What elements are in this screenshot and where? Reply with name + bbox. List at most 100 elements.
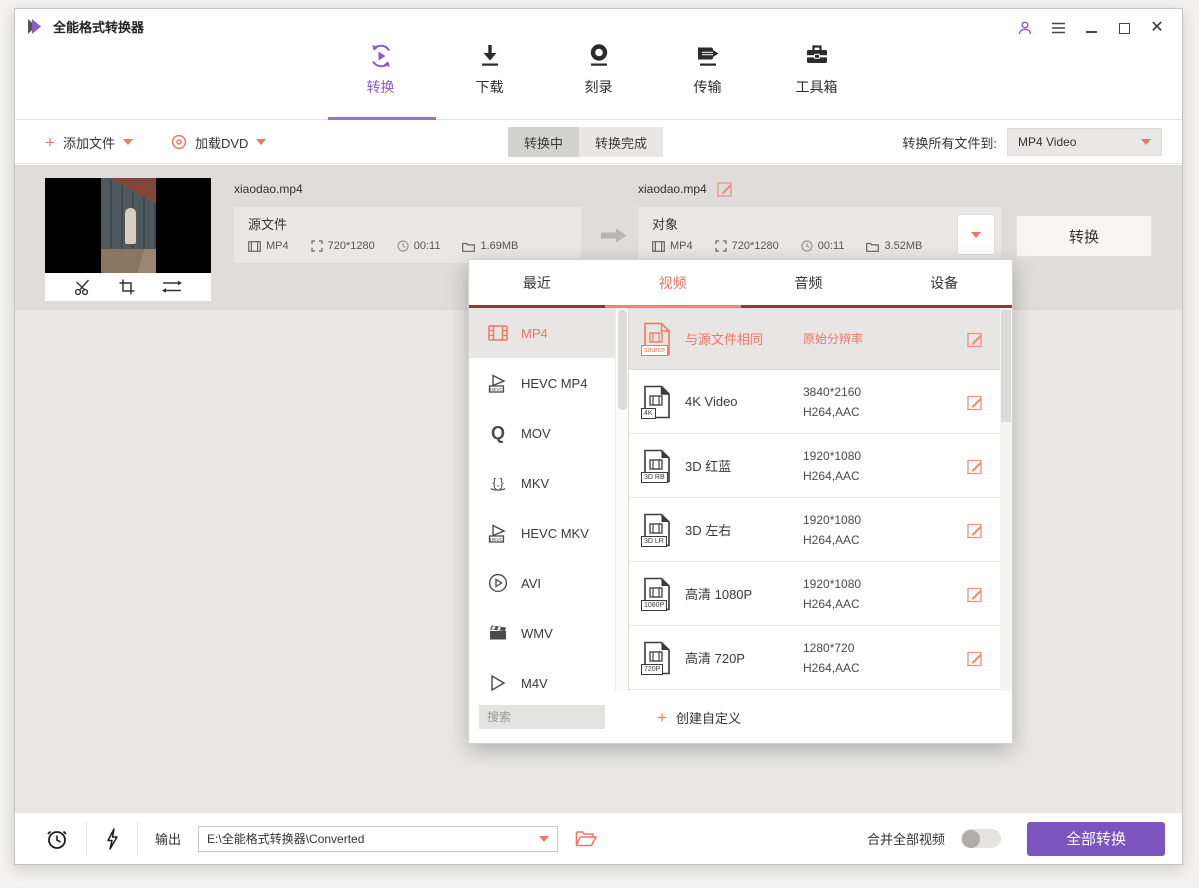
- svg-text:{.}: {.}: [492, 476, 503, 490]
- tab-audio[interactable]: 音频: [741, 260, 877, 308]
- tab-finished[interactable]: 转换完成: [579, 127, 663, 157]
- hevc-play-icon: HEVC: [487, 522, 509, 544]
- chevron-down-icon: [256, 139, 266, 145]
- preset-badge: 1080P: [641, 600, 667, 611]
- open-folder-icon[interactable]: [575, 830, 597, 848]
- mp4-filmstrip-icon: [487, 322, 509, 344]
- chevron-down-icon: [1141, 139, 1151, 145]
- preset-list-scrollbar[interactable]: [1000, 308, 1012, 691]
- preset-dropdown-button[interactable]: [957, 214, 995, 255]
- format-item-mkv[interactable]: {.} MKV: [469, 458, 615, 508]
- nav-tab-toolbox[interactable]: 工具箱: [782, 42, 852, 97]
- preset-specs: 1920*1080 H264,AAC: [803, 574, 943, 614]
- nav-tab-download[interactable]: 下载: [455, 42, 525, 97]
- preset-edit-icon[interactable]: [967, 330, 984, 347]
- duration-meta: 00:11: [397, 240, 441, 252]
- maximize-button[interactable]: [1115, 19, 1133, 37]
- preset-edit-icon[interactable]: [967, 457, 984, 474]
- convert-file-button[interactable]: 转换: [1016, 215, 1152, 257]
- output-path-select[interactable]: E:\全能格式转换器\Converted: [198, 826, 558, 852]
- preset-badge: 3D LR: [641, 536, 667, 547]
- scrollbar-thumb[interactable]: [1001, 310, 1011, 422]
- tab-video[interactable]: 视频: [605, 260, 741, 308]
- preset-row-3d-lr[interactable]: 3D LR 3D 左右 1920*1080 H264,AAC: [629, 498, 1000, 562]
- preset-edit-icon[interactable]: [967, 585, 984, 602]
- preset-edit-icon[interactable]: [967, 649, 984, 666]
- add-file-button[interactable]: + 添加文件: [45, 133, 133, 152]
- preset-badge: 4K: [641, 408, 656, 419]
- nav-tab-transfer[interactable]: 传输: [673, 42, 743, 97]
- minimize-button[interactable]: [1082, 19, 1100, 37]
- preset-file-icon: 3D LR: [643, 513, 671, 547]
- format-item-mp4[interactable]: MP4: [469, 308, 615, 358]
- source-file-name: xiaodao.mp4: [234, 182, 303, 196]
- format-label: MOV: [521, 426, 551, 441]
- global-format-value: MP4 Video: [1018, 135, 1076, 149]
- preset-row-4k[interactable]: 4K 4K Video 3840*2160 H264,AAC: [629, 370, 1000, 434]
- trim-scissors-icon[interactable]: [73, 277, 93, 297]
- format-label: HEVC MP4: [521, 376, 587, 391]
- format-item-hevc-mkv[interactable]: HEVC HEVC MKV: [469, 508, 615, 558]
- hevc-play-icon: HEVC: [487, 372, 509, 394]
- svg-text:HEVC: HEVC: [490, 537, 503, 542]
- high-speed-bolt-icon[interactable]: [104, 827, 120, 851]
- convert-all-button[interactable]: 全部转换: [1027, 822, 1165, 856]
- svg-text:HEVC: HEVC: [490, 387, 503, 392]
- effects-sliders-icon[interactable]: [161, 277, 183, 297]
- format-item-hevc-mp4[interactable]: HEVC HEVC MP4: [469, 358, 615, 408]
- main-nav: 转换 下载 刻录 传输: [15, 42, 1182, 97]
- load-dvd-button[interactable]: 加载DVD: [171, 133, 266, 152]
- mkv-braces-icon: {.}: [487, 472, 509, 494]
- preset-row-source[interactable]: source 与源文件相同 原始分辨率: [629, 308, 1000, 370]
- window-controls: ✕: [1016, 19, 1166, 37]
- nav-label: 传输: [694, 77, 722, 97]
- preset-edit-icon[interactable]: [967, 393, 984, 410]
- chevron-down-icon: [539, 836, 549, 842]
- format-item-wmv[interactable]: WMV: [469, 608, 615, 658]
- add-file-label: 添加文件: [63, 133, 115, 152]
- format-list-scrollbar[interactable]: [615, 308, 628, 691]
- preset-edit-icon[interactable]: [967, 521, 984, 538]
- format-meta: MP4: [652, 240, 693, 252]
- nav-tab-burn[interactable]: 刻录: [564, 42, 634, 97]
- arrow-right-icon: [601, 227, 627, 249]
- format-label: WMV: [521, 626, 553, 641]
- tab-converting[interactable]: 转换中: [508, 127, 579, 157]
- preset-row-1080p[interactable]: 1080P 高清 1080P 1920*1080 H264,AAC: [629, 562, 1000, 626]
- global-format-select[interactable]: MP4 Video: [1007, 128, 1162, 156]
- preset-row-720p[interactable]: 720P 高清 720P 1280*720 H264,AAC: [629, 626, 1000, 690]
- nav-label: 刻录: [585, 77, 613, 97]
- toolbar-left: + 添加文件 加载DVD: [45, 121, 266, 163]
- resolution-meta: 720*1280: [311, 240, 375, 252]
- search-input[interactable]: [479, 705, 605, 729]
- thumbnail-preview[interactable]: [45, 178, 211, 273]
- preset-name: 3D 左右: [685, 520, 803, 539]
- clapperboard-icon: [487, 622, 509, 644]
- download-icon: [476, 42, 504, 70]
- rename-edit-icon[interactable]: [717, 180, 734, 197]
- create-custom-button[interactable]: + 创建自定义: [657, 708, 741, 727]
- toolbar: + 添加文件 加载DVD 转换中 转换完成 转换所有文件到: MP4 Video: [15, 121, 1182, 164]
- plus-icon: +: [657, 709, 667, 726]
- merge-videos-toggle[interactable]: [961, 829, 1001, 848]
- format-item-avi[interactable]: AVI: [469, 558, 615, 608]
- crop-icon[interactable]: [117, 277, 137, 297]
- tab-device[interactable]: 设备: [876, 260, 1012, 308]
- tab-recent[interactable]: 最近: [469, 260, 605, 308]
- menu-icon[interactable]: [1049, 19, 1067, 37]
- active-nav-indicator: [328, 117, 436, 120]
- close-button[interactable]: ✕: [1148, 19, 1166, 37]
- schedule-alarm-icon[interactable]: [45, 827, 69, 851]
- preset-row-3d-rb[interactable]: 3D RB 3D 红蓝 1920*1080 H264,AAC: [629, 434, 1000, 498]
- preset-specs: 1920*1080 H264,AAC: [803, 510, 943, 550]
- transfer-icon: [694, 42, 722, 70]
- nav-tab-convert[interactable]: 转换: [346, 42, 416, 97]
- preset-name: 与源文件相同: [685, 329, 803, 348]
- format-item-mov[interactable]: Q MOV: [469, 408, 615, 458]
- preset-source-icon: source: [643, 322, 671, 356]
- chevron-down-icon: [971, 232, 981, 238]
- merge-videos-label: 合并全部视频: [867, 829, 945, 848]
- account-icon[interactable]: [1016, 19, 1034, 37]
- scrollbar-thumb[interactable]: [618, 310, 627, 410]
- format-item-m4v[interactable]: M4V: [469, 658, 615, 691]
